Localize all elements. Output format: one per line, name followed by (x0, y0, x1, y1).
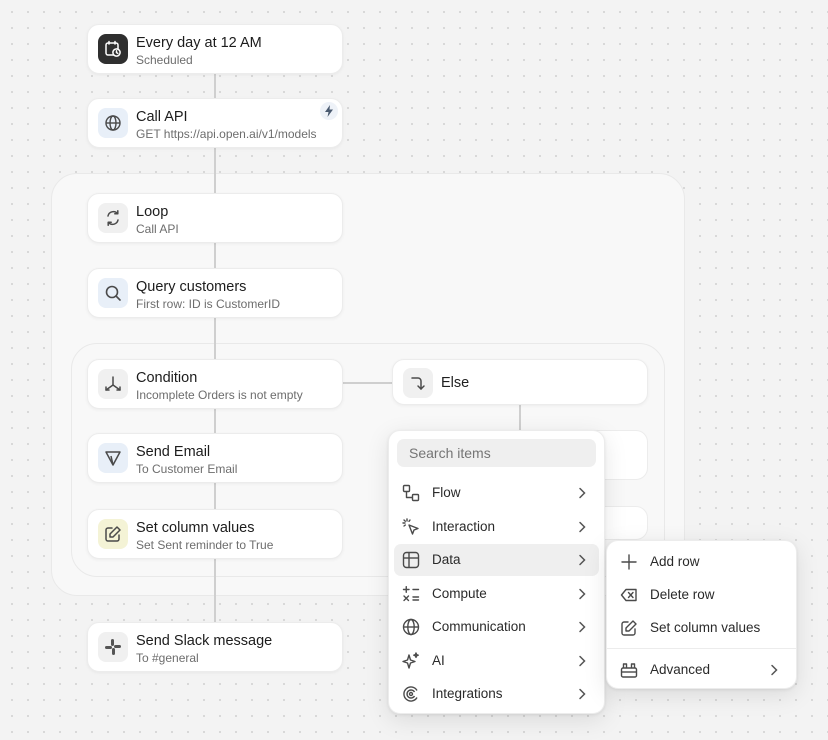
submenu-item-label: Add row (650, 554, 700, 569)
connector (214, 317, 216, 360)
submenu-item-label: Advanced (650, 662, 711, 677)
node-subtitle: Scheduled (136, 53, 193, 67)
menu-item-compute[interactable]: Compute (394, 578, 599, 610)
connector (214, 558, 216, 622)
menu-item-flow[interactable]: Flow (394, 477, 599, 509)
flow-icon (402, 484, 420, 502)
edit-icon (620, 619, 638, 637)
schedule-trigger-node[interactable]: Every day at 12 AM Scheduled (87, 24, 343, 74)
menu-item-label: AI (432, 653, 445, 668)
pointer-click-icon (402, 518, 420, 536)
add-step-menu: Flow Interaction Data (388, 430, 605, 714)
plus-icon (620, 553, 638, 571)
send-slack-message-node[interactable]: Send Slack message To #general (87, 622, 343, 672)
chevron-right-icon (579, 655, 586, 667)
edit-icon (98, 519, 128, 549)
divider (607, 648, 796, 649)
toolbox-icon (620, 661, 638, 679)
node-title: Call API (136, 109, 188, 125)
calendar-clock-icon (98, 34, 128, 64)
call-api-node[interactable]: Call API GET https://api.open.ai/v1/mode… (87, 98, 343, 148)
node-subtitle: Call API (136, 222, 179, 236)
connector (342, 382, 393, 384)
slack-icon (98, 632, 128, 662)
node-title: Loop (136, 204, 169, 220)
chevron-right-icon (771, 664, 778, 676)
submenu-item-add-row[interactable]: Add row (612, 546, 791, 578)
menu-item-label: Flow (432, 485, 461, 500)
chevron-right-icon (579, 621, 586, 633)
turn-down-icon (403, 368, 433, 398)
submenu-item-label: Delete row (650, 587, 715, 602)
menu-item-data[interactable]: Data (394, 544, 599, 576)
query-customers-node[interactable]: Query customers First row: ID is Custome… (87, 268, 343, 318)
submenu-item-advanced[interactable]: Advanced (612, 654, 791, 686)
set-column-values-node[interactable]: Set column values Set Sent reminder to T… (87, 509, 343, 559)
submenu-item-delete-row[interactable]: Delete row (612, 579, 791, 611)
connector (214, 408, 216, 434)
globe-icon (402, 618, 420, 636)
condition-node[interactable]: Condition Incomplete Orders is not empty (87, 359, 343, 409)
chevron-right-icon (579, 554, 586, 566)
node-title: Condition (136, 370, 198, 386)
menu-item-interaction[interactable]: Interaction (394, 511, 599, 543)
node-subtitle: GET https://api.open.ai/v1/models (136, 127, 317, 141)
else-node[interactable]: Else (392, 359, 648, 405)
integrations-icon (402, 685, 420, 703)
node-title: Every day at 12 AM (136, 35, 262, 51)
chevron-right-icon (579, 588, 586, 600)
data-submenu: Add row Delete row Set column values Adv… (606, 540, 797, 689)
menu-item-label: Data (432, 552, 461, 567)
loop-icon (98, 203, 128, 233)
send-icon (98, 443, 128, 473)
node-title: Else (441, 375, 470, 391)
connector (214, 147, 216, 194)
node-subtitle: To #general (136, 651, 199, 665)
node-subtitle: To Customer Email (136, 462, 238, 476)
menu-item-integrations[interactable]: Integrations (394, 678, 599, 710)
menu-item-label: Compute (432, 586, 487, 601)
loop-node[interactable]: Loop Call API (87, 193, 343, 243)
backspace-icon (620, 586, 638, 604)
connector (214, 242, 216, 269)
node-subtitle: First row: ID is CustomerID (136, 297, 281, 311)
search-input[interactable] (397, 439, 596, 467)
connector (214, 73, 216, 99)
menu-item-ai[interactable]: AI (394, 645, 599, 677)
send-email-node[interactable]: Send Email To Customer Email (87, 433, 343, 483)
submenu-item-label: Set column values (650, 620, 761, 635)
table-icon (402, 551, 420, 569)
node-subtitle: Incomplete Orders is not empty (136, 388, 303, 402)
chevron-right-icon (579, 487, 586, 499)
connector (519, 405, 521, 432)
lightning-icon (320, 102, 338, 120)
menu-item-communication[interactable]: Communication (394, 611, 599, 643)
chevron-right-icon (579, 688, 586, 700)
globe-icon (98, 108, 128, 138)
menu-item-label: Communication (432, 619, 526, 634)
node-title: Set column values (136, 520, 255, 536)
sparkle-icon (402, 652, 420, 670)
node-title: Send Slack message (136, 633, 273, 649)
node-subtitle: Set Sent reminder to True (136, 538, 274, 552)
chevron-right-icon (579, 521, 586, 533)
search-icon (98, 278, 128, 308)
connector (214, 482, 216, 510)
branch-icon (98, 369, 128, 399)
menu-item-label: Integrations (432, 686, 503, 701)
calculator-icon (402, 585, 420, 603)
submenu-item-set-column-values[interactable]: Set column values (612, 612, 791, 644)
menu-item-label: Interaction (432, 519, 496, 534)
node-title: Query customers (136, 279, 247, 295)
node-title: Send Email (136, 444, 211, 460)
